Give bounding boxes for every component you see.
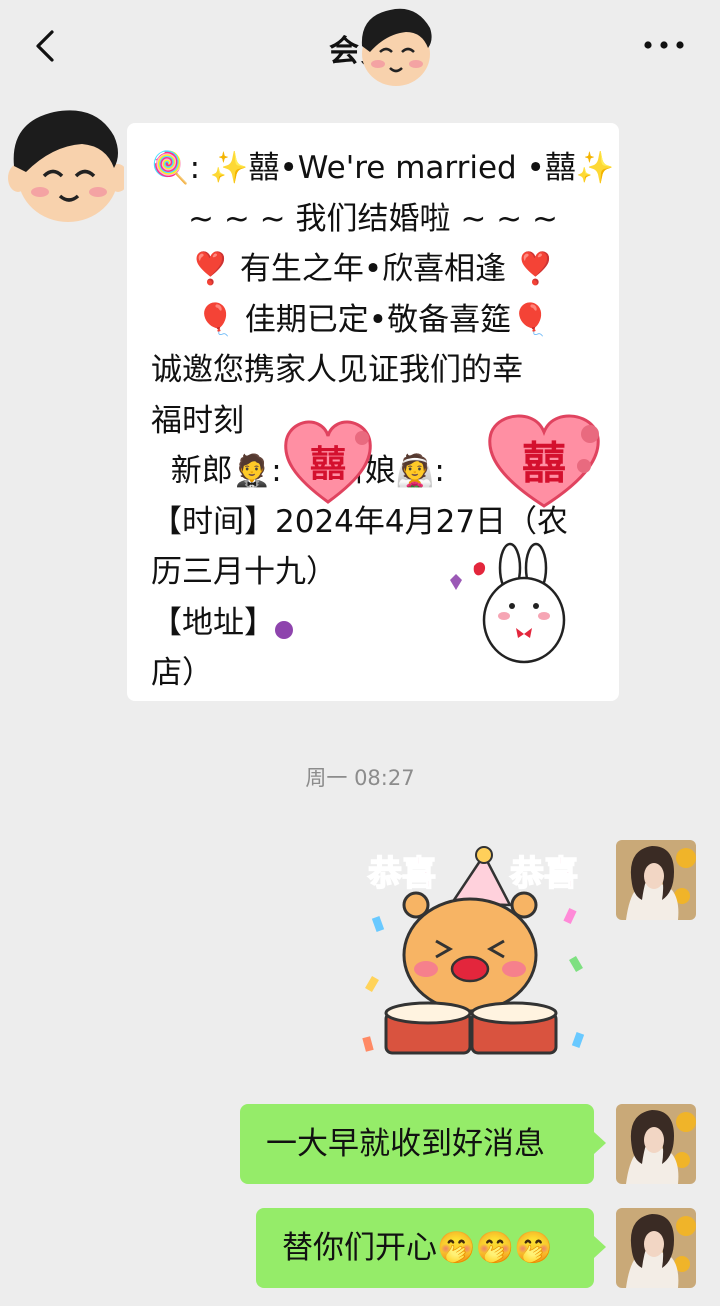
- xi-char: 囍: [310, 444, 346, 485]
- my-avatar[interactable]: [616, 1104, 696, 1184]
- congrats-drum-sticker: 恭喜 恭喜: [362, 846, 585, 1055]
- message-line: 🎈 佳期已定•敬备喜筵🎈: [196, 301, 550, 338]
- top-bar: 会员: [0, 0, 720, 92]
- xi-char: 囍: [522, 438, 566, 489]
- heart-xi-sticker: 囍: [284, 420, 372, 504]
- message-text: 一大早就收到好消息: [266, 1126, 545, 1162]
- portrait-avatar-icon: [616, 1208, 696, 1288]
- cartoon-face-emoji: [361, 8, 432, 86]
- message-line: 🍭: ✨囍•We're married •囍✨: [151, 150, 615, 186]
- message-line: 诚邀您携家人见证我们的幸: [151, 352, 523, 388]
- bunny-sticker: [473, 542, 566, 664]
- groom-label: 新郎🤵:: [160, 453, 282, 489]
- message-line: ~ ~ ~ 我们结婚啦 ~ ~ ~: [188, 200, 558, 237]
- good-luck-sticker: 好运加满: [275, 574, 462, 639]
- more-dots-icon[interactable]: [642, 30, 686, 60]
- outgoing-message-bubble[interactable]: 替你们开心🤭🤭🤭: [256, 1208, 606, 1288]
- good-luck-text: 好运加满: [309, 590, 438, 628]
- my-avatar[interactable]: [616, 840, 696, 920]
- portrait-avatar-icon: [616, 840, 696, 920]
- portrait-avatar-icon: [616, 1104, 696, 1184]
- timestamp: 周一 08:27: [305, 766, 415, 790]
- my-avatar[interactable]: [616, 1208, 696, 1288]
- outgoing-message-bubble[interactable]: 一大早就收到好消息: [240, 1104, 606, 1184]
- contact-avatar[interactable]: [8, 100, 124, 224]
- address-label: 【地址】: [151, 604, 275, 641]
- message-text: 替你们开心🤭🤭🤭: [282, 1230, 553, 1266]
- heart-xi-sticker: 囍: [488, 414, 600, 508]
- message-line: ❣️ 有生之年•欣喜相逢 ❣️: [191, 251, 555, 287]
- sticker-caption-right: 恭喜: [509, 854, 578, 894]
- sticker-caption-left: 恭喜: [367, 854, 436, 894]
